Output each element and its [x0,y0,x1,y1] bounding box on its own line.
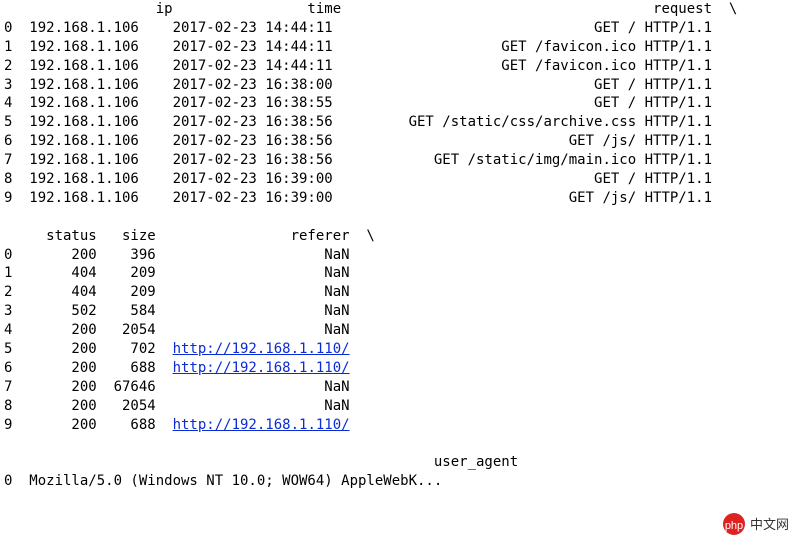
svg-text:中文网: 中文网 [750,517,789,532]
watermark-logo: php 中文网 [722,510,800,544]
dataframe-output: ip time request \ 0 192.168.1.106 2017-0… [0,0,800,491]
referer-link[interactable]: http://192.168.1.110/ [173,341,350,357]
referer-link[interactable]: http://192.168.1.110/ [173,417,350,433]
svg-text:php: php [725,520,743,532]
referer-link[interactable]: http://192.168.1.110/ [173,360,350,376]
